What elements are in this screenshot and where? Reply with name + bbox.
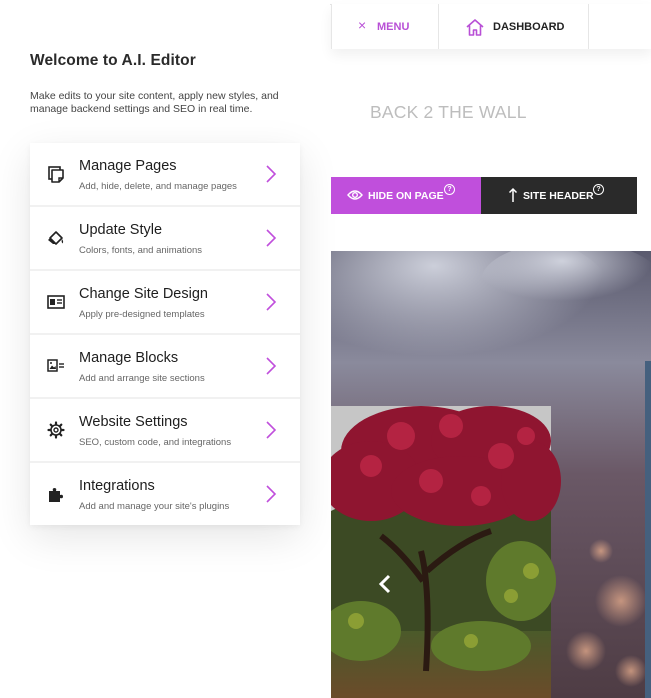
arrow-up-icon	[508, 187, 518, 202]
menu-item-website-settings[interactable]: Website Settings SEO, custom code, and i…	[30, 399, 300, 461]
site-header-button[interactable]: SITE HEADER ?	[481, 177, 637, 214]
menu-item-title: Manage Pages	[79, 158, 177, 174]
pages-icon	[48, 166, 64, 183]
chevron-left-icon[interactable]	[374, 572, 396, 596]
menu-item-change-site-design[interactable]: Change Site Design Apply pre-designed te…	[30, 271, 300, 333]
chevron-right-icon	[266, 485, 277, 503]
dashboard-label: DASHBOARD	[493, 21, 565, 33]
menu-item-manage-blocks[interactable]: Manage Blocks Add and arrange site secti…	[30, 335, 300, 397]
eye-icon	[347, 190, 363, 200]
menu-item-title: Integrations	[79, 478, 155, 494]
menu-item-subtitle: Add and manage your site's plugins	[79, 501, 230, 512]
menu-item-title: Website Settings	[79, 414, 188, 430]
menu-item-integrations[interactable]: Integrations Add and manage your site's …	[30, 463, 300, 525]
menu-item-title: Change Site Design	[79, 286, 208, 302]
close-icon: ×	[358, 17, 367, 33]
menu-button[interactable]: × MENU	[332, 4, 439, 49]
menu-item-subtitle: SEO, custom code, and integrations	[79, 437, 232, 448]
site-header-label: SITE HEADER	[523, 190, 594, 202]
panel-description: Make edits to your site content, apply n…	[30, 90, 279, 115]
menu-label: MENU	[377, 21, 410, 33]
menu-item-manage-pages[interactable]: Manage Pages Add, hide, delete, and mana…	[30, 143, 300, 205]
hero-image-slider	[331, 251, 651, 698]
blocks-icon	[47, 359, 64, 372]
hide-on-page-label: HIDE ON PAGE	[368, 190, 444, 202]
puzzle-icon	[49, 488, 63, 502]
menu-item-subtitle: Colors, fonts, and animations	[79, 245, 203, 256]
menu-item-subtitle: Add, hide, delete, and manage pages	[79, 181, 237, 192]
gear-icon	[47, 421, 65, 439]
panel-title: Welcome to A.I. Editor	[30, 52, 196, 69]
menu-item-title: Update Style	[79, 222, 163, 238]
menu-item-update-style[interactable]: Update Style Colors, fonts, and animatio…	[30, 207, 300, 269]
chevron-right-icon	[266, 229, 277, 247]
menu-item-subtitle: Apply pre-designed templates	[79, 309, 205, 320]
chevron-right-icon	[266, 357, 277, 375]
site-design-icon	[47, 295, 65, 309]
menu-item-title: Manage Blocks	[79, 350, 179, 366]
chevron-right-icon	[266, 293, 277, 311]
dashboard-button[interactable]: DASHBOARD	[439, 4, 589, 49]
menu-item-subtitle: Add and arrange site sections	[79, 373, 205, 384]
chevron-right-icon	[266, 165, 277, 183]
help-icon[interactable]: ?	[593, 184, 604, 195]
help-icon[interactable]: ?	[444, 184, 455, 195]
home-icon	[466, 19, 484, 36]
site-title[interactable]: BACK 2 THE WALL	[370, 102, 527, 123]
hide-on-page-button[interactable]: HIDE ON PAGE ?	[331, 177, 481, 214]
chevron-right-icon	[266, 421, 277, 439]
editor-panel: Welcome to A.I. Editor Make edits to you…	[0, 0, 330, 698]
hero-photo	[331, 251, 651, 698]
editor-menu: Manage Pages Add, hide, delete, and mana…	[30, 143, 300, 525]
paint-bucket-icon	[48, 231, 64, 245]
site-topbar: × MENU DASHBOARD	[331, 4, 651, 49]
